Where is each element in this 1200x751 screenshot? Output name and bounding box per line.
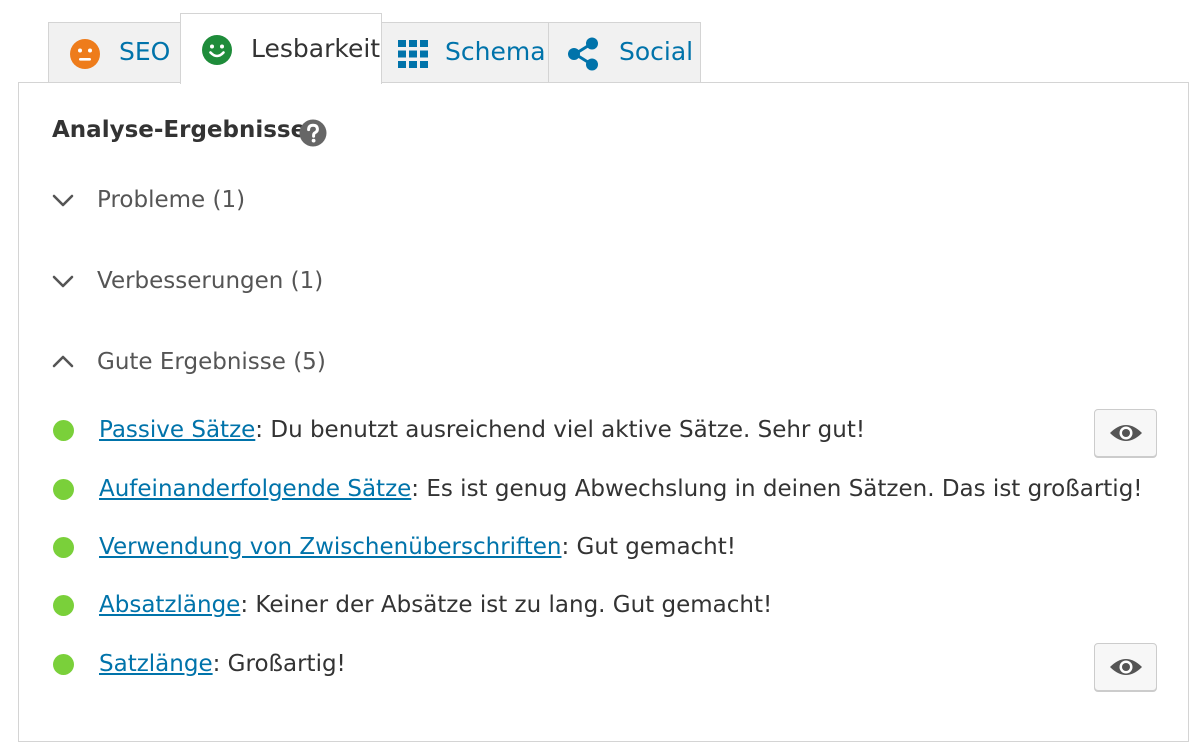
chevron-down-icon xyxy=(52,194,74,207)
result-text: : Keiner der Absätze ist zu lang. Gut ge… xyxy=(240,592,773,618)
group-good-results-label: Gute Ergebnisse (5) xyxy=(97,349,326,375)
result-link-passive[interactable]: Passive Sätze xyxy=(99,417,255,443)
result-link-subheadings[interactable]: Verwendung von Zwischenüberschriften xyxy=(99,534,562,560)
result-text: : Es ist genug Abwechslung in deinen Sät… xyxy=(411,476,1143,502)
tab-readability-label: Lesbarkeit xyxy=(251,34,381,63)
chevron-up-icon xyxy=(52,355,74,368)
result-text: : Gut gemacht! xyxy=(561,534,737,560)
group-problems[interactable]: Probleme (1) xyxy=(49,180,245,220)
face-neutral-icon xyxy=(70,39,100,69)
grid-icon xyxy=(398,40,428,68)
result-link-consecutive[interactable]: Aufeinanderfolgende Sätze xyxy=(99,476,411,502)
group-problems-label: Probleme (1) xyxy=(97,187,246,213)
tab-social-label: Social xyxy=(619,37,694,66)
tab-schema[interactable]: Schema xyxy=(381,22,549,83)
group-improvements-label: Verbesserungen (1) xyxy=(97,268,324,294)
mark-sentence-length-button[interactable] xyxy=(1094,643,1157,691)
tab-seo-label: SEO xyxy=(119,37,171,66)
list-item: Passive Sätze: Du benutzt ausreichend vi… xyxy=(53,413,1163,447)
good-status-dot xyxy=(53,478,74,500)
group-good-results[interactable]: Gute Ergebnisse (5) xyxy=(49,342,326,382)
good-status-dot xyxy=(53,653,74,675)
tab-readability[interactable]: Lesbarkeit xyxy=(180,13,382,84)
chevron-down-icon xyxy=(52,275,74,288)
list-item: Aufeinanderfolgende Sätze: Es ist genug … xyxy=(53,472,1163,506)
analysis-heading: Analyse-Ergebnisse xyxy=(52,117,307,143)
share-icon xyxy=(568,37,598,71)
eye-icon xyxy=(1109,659,1142,675)
result-link-sentence-length[interactable]: Satzlänge xyxy=(99,651,213,677)
result-text: : Großartig! xyxy=(212,651,346,677)
eye-icon xyxy=(1109,425,1142,441)
result-text: : Du benutzt ausreichend viel aktive Sät… xyxy=(255,417,866,443)
tab-seo[interactable]: SEO xyxy=(48,22,181,83)
good-status-dot xyxy=(53,536,74,558)
result-link-paragraph-length[interactable]: Absatzlänge xyxy=(99,592,240,618)
tab-schema-label: Schema xyxy=(445,37,546,66)
good-status-dot xyxy=(53,419,74,441)
mark-passive-button[interactable] xyxy=(1094,409,1157,457)
yoast-metabox: SEO Lesbarkeit Schema Social Analyse-Erg… xyxy=(0,0,1200,751)
list-item: Absatzlänge: Keiner der Absätze ist zu l… xyxy=(53,588,1163,622)
list-item: Verwendung von Zwischenüberschriften: Gu… xyxy=(53,530,1163,564)
list-item: Satzlänge: Großartig! xyxy=(53,647,1163,681)
help-icon[interactable] xyxy=(299,119,327,147)
tab-social[interactable]: Social xyxy=(548,22,701,83)
group-improvements[interactable]: Verbesserungen (1) xyxy=(49,261,323,301)
analysis-panel: Analyse-Ergebnisse Probleme (1) Verbesse… xyxy=(18,82,1189,742)
face-smile-icon xyxy=(202,35,232,65)
good-status-dot xyxy=(53,594,74,616)
